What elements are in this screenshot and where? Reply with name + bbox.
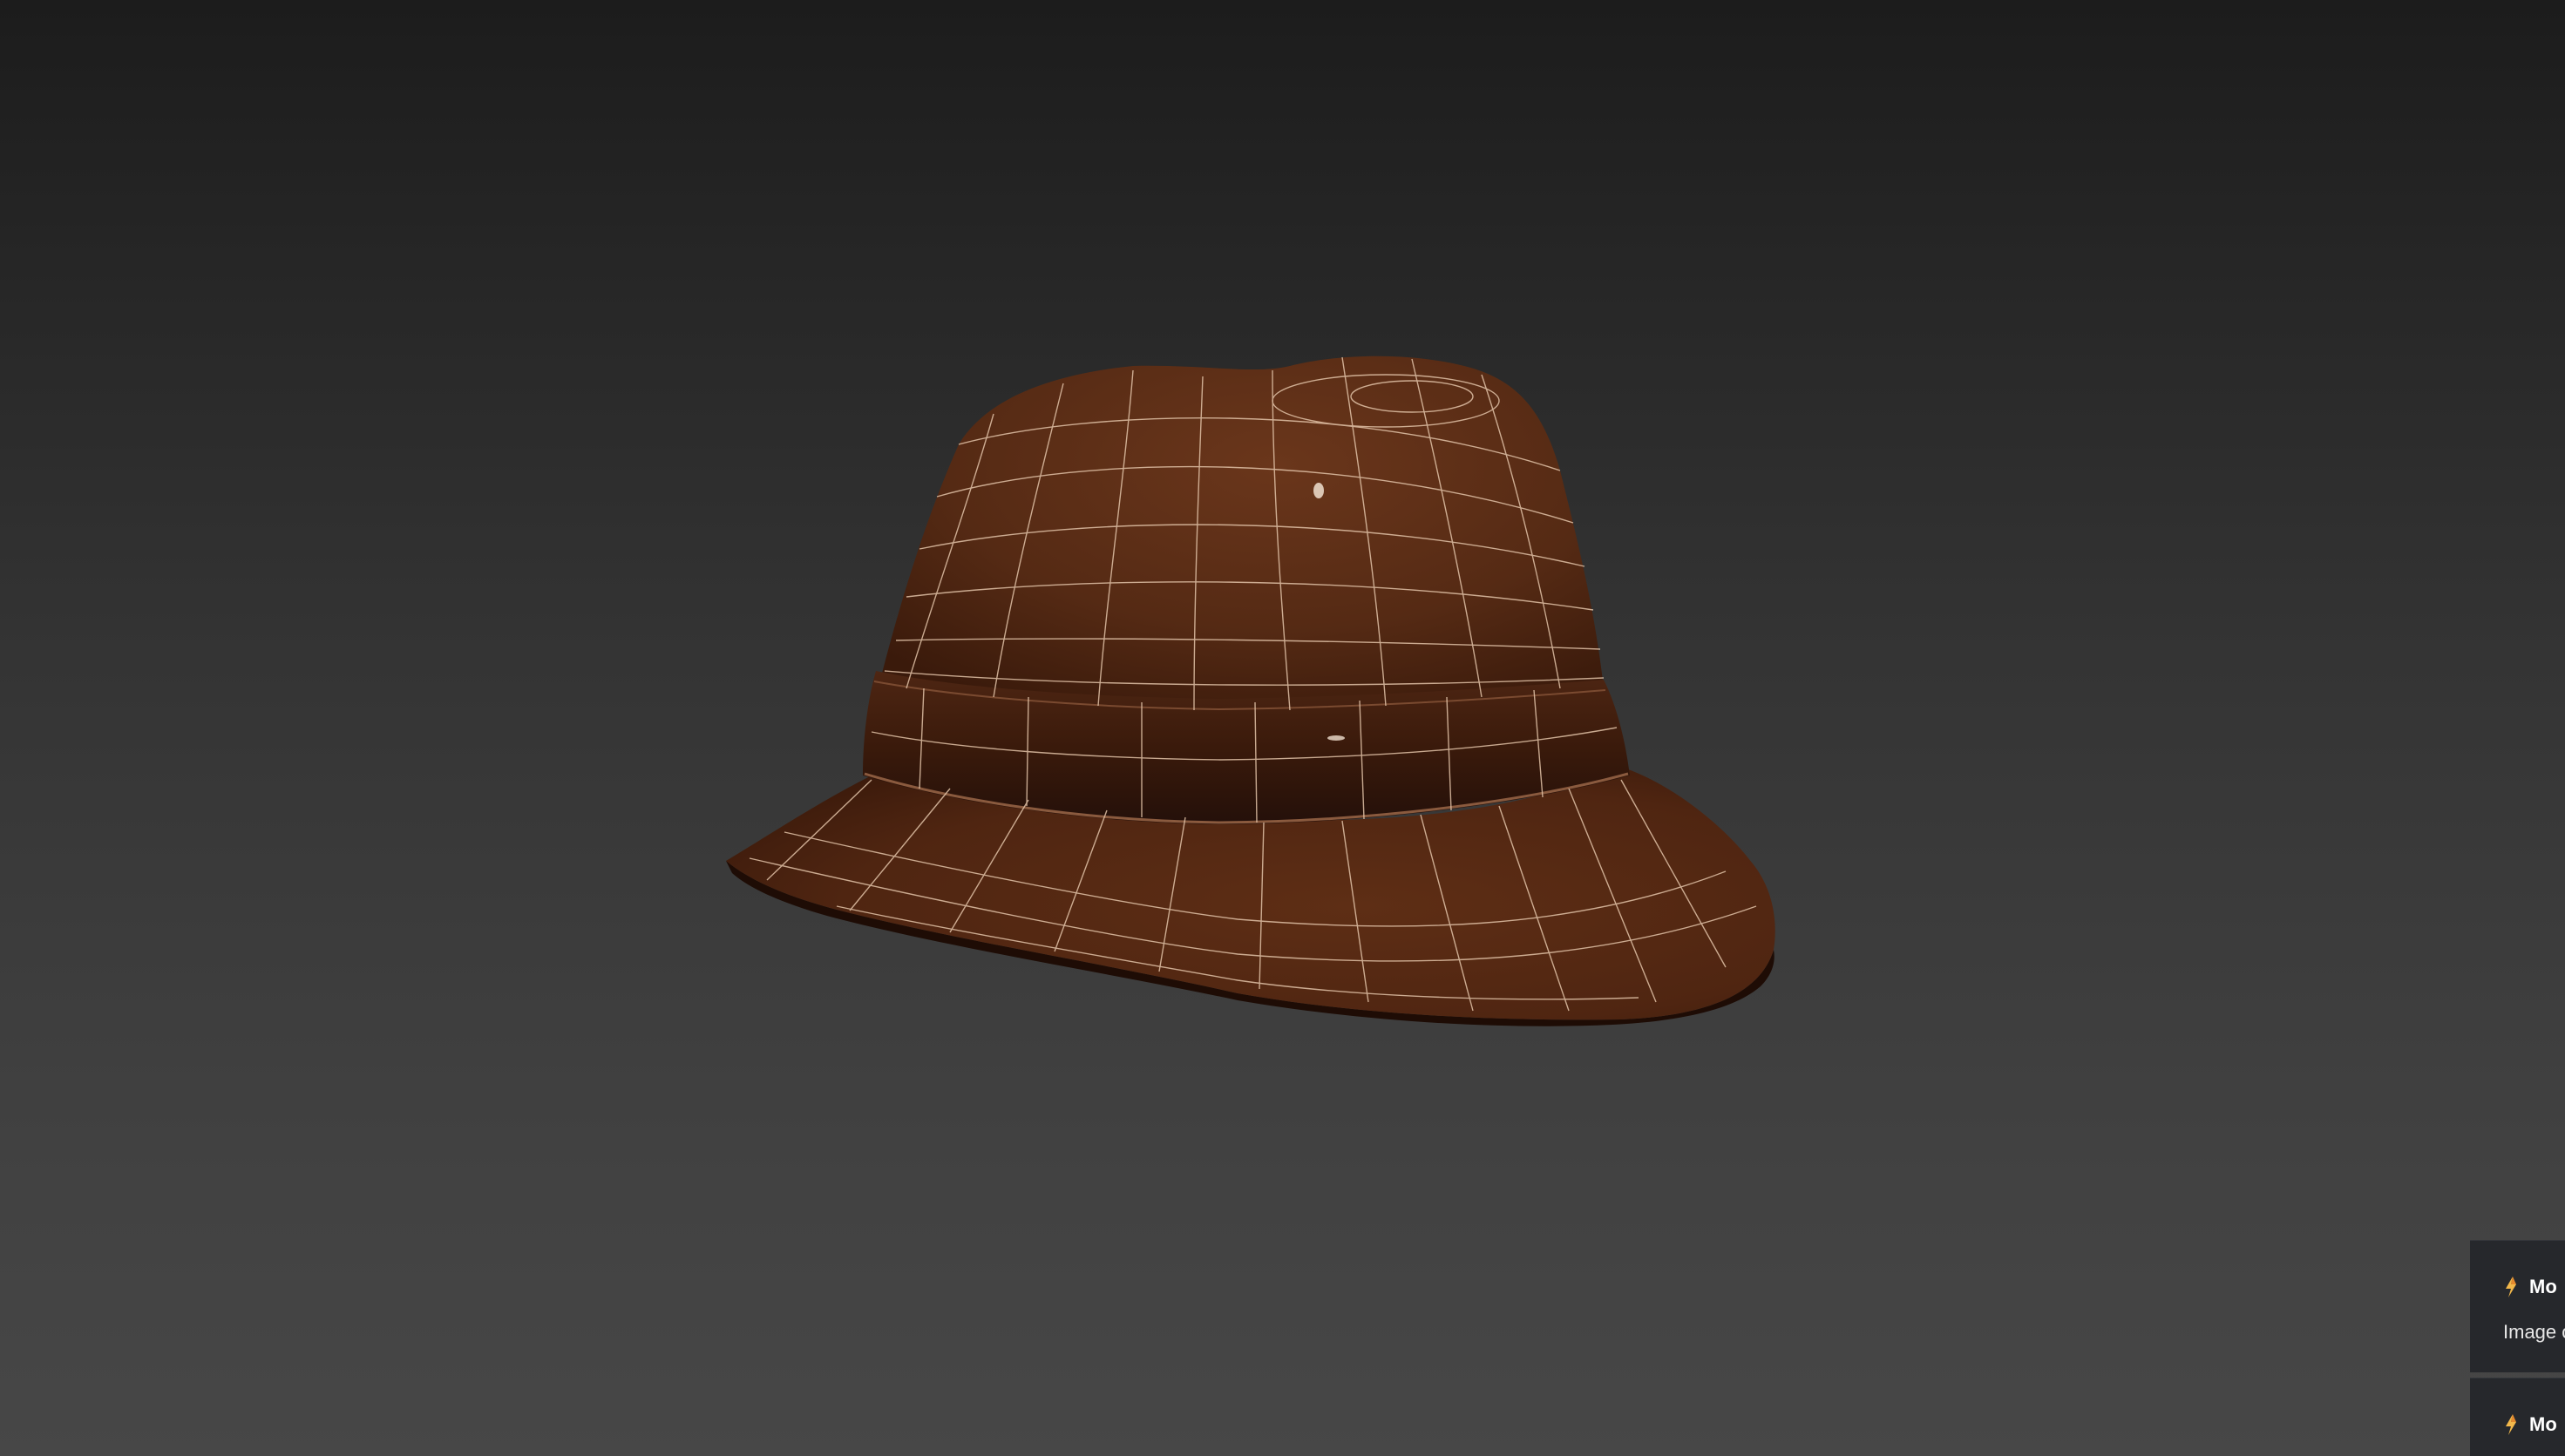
specular-highlight bbox=[1313, 483, 1324, 498]
hat-model bbox=[726, 356, 1775, 1026]
notification-title: Mo bbox=[2529, 1413, 2557, 1435]
3d-viewport[interactable]: Mo Image c Mo bbox=[0, 0, 2565, 1456]
notification-title: Mo bbox=[2529, 1276, 2557, 1297]
notification-toast[interactable]: Mo Image c bbox=[2470, 1240, 2565, 1372]
lightning-bolt-icon bbox=[2506, 1277, 2516, 1297]
lightning-bolt-icon bbox=[2506, 1414, 2516, 1435]
specular-highlight bbox=[1327, 735, 1345, 741]
notification-toast[interactable]: Mo bbox=[2470, 1378, 2565, 1456]
notification-body: Image c bbox=[2503, 1321, 2565, 1343]
